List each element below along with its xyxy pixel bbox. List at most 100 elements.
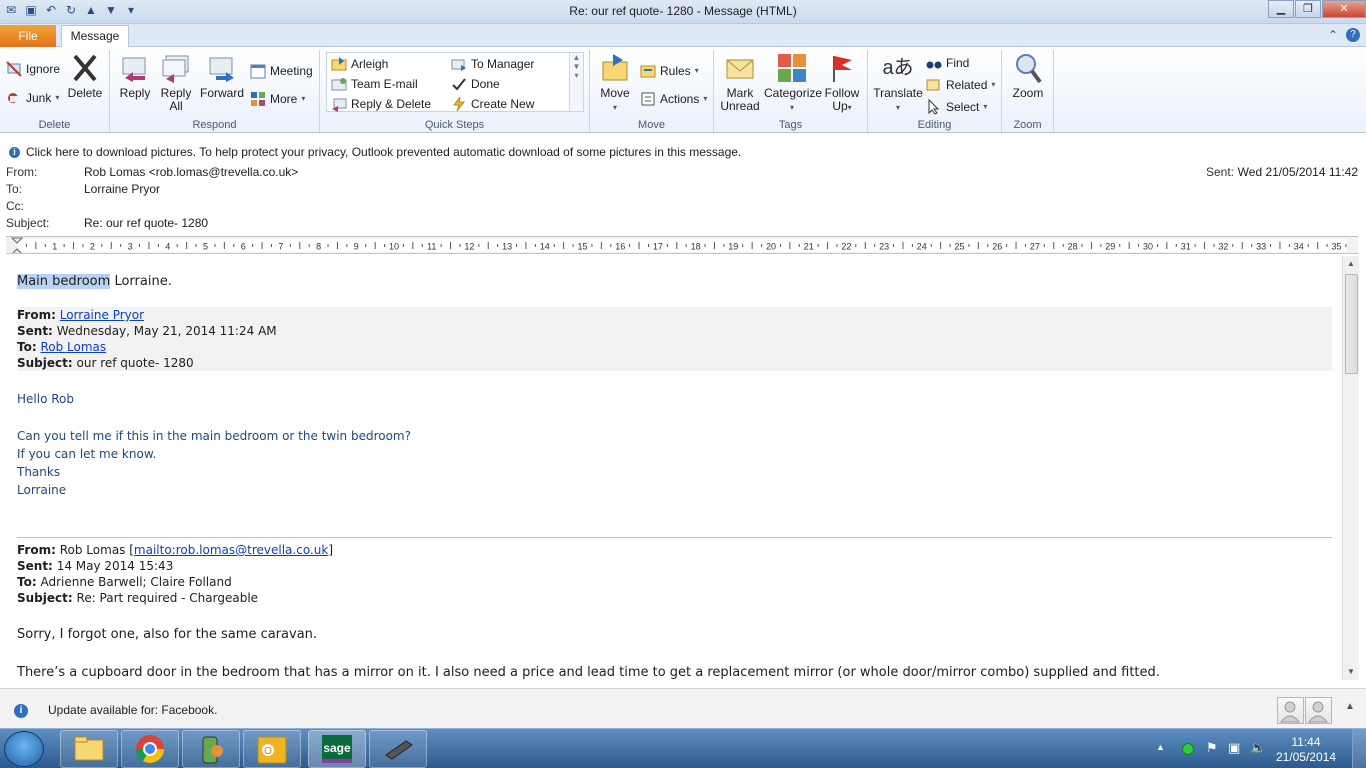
find-button[interactable]: Find xyxy=(926,54,969,72)
person-avatar-icon[interactable] xyxy=(1277,697,1304,724)
reply-all-button[interactable]: Reply All xyxy=(158,52,194,113)
zoom-button[interactable]: Zoom xyxy=(1008,52,1048,100)
quoted-from-link[interactable]: Lorraine Pryor xyxy=(60,308,144,322)
ruler-number: 7 xyxy=(278,242,283,252)
status-indicator-icon[interactable] xyxy=(1182,743,1194,755)
rules-icon xyxy=(640,63,656,79)
picture-download-infobar[interactable]: i Click here to download pictures. To he… xyxy=(0,143,1366,161)
quoted2-from-line: From: Rob Lomas [mailto:rob.lomas@trevel… xyxy=(17,543,333,557)
explorer-icon[interactable] xyxy=(60,730,118,768)
outlook-icon[interactable]: O xyxy=(243,730,301,768)
rules-button[interactable]: Rules ▾ xyxy=(640,62,699,80)
collapse-ribbon-icon[interactable]: ⌃ xyxy=(1328,28,1338,42)
meeting-button[interactable]: Meeting xyxy=(250,62,313,80)
follow-up-button[interactable]: Follow Up▾ xyxy=(822,52,862,114)
tab-file[interactable]: File xyxy=(0,25,56,47)
action-center-flag-icon[interactable]: ⚑ xyxy=(1206,740,1218,756)
quoted2-to-line: To: Adrienne Barwell; Claire Folland xyxy=(17,575,232,589)
start-button[interactable] xyxy=(4,731,44,767)
ignore-icon xyxy=(6,61,22,77)
update-notice[interactable]: Update available for: Facebook. xyxy=(48,703,217,717)
maximize-button[interactable]: ❐ xyxy=(1295,0,1321,18)
from-value[interactable]: Rob Lomas <rob.lomas@trevella.co.uk> xyxy=(84,165,298,179)
quick-step-done[interactable]: Done xyxy=(451,75,500,93)
person-avatar-icon[interactable] xyxy=(1305,697,1332,724)
junk-button[interactable]: Junk ▾ xyxy=(6,89,59,107)
quick-step-reply-delete[interactable]: Reply & Delete xyxy=(331,95,431,113)
network-icon[interactable]: ▣ xyxy=(1228,740,1240,756)
calendar-icon xyxy=(250,63,266,79)
categorize-button[interactable]: Categorize ▾ xyxy=(764,52,822,114)
scroll-thumb[interactable] xyxy=(1345,274,1358,374)
quoted-sent-line: Sent: Wednesday, May 21, 2014 11:24 AM xyxy=(17,324,277,338)
svg-text:O: O xyxy=(264,746,272,757)
quick-step-team-email[interactable]: Team E-mail xyxy=(331,75,418,93)
quick-steps-scroll[interactable]: ▲ ▼ ▾ xyxy=(569,53,583,111)
move-button[interactable]: Move ▾ xyxy=(598,52,632,114)
help-icon[interactable]: ? xyxy=(1346,28,1360,42)
thanks-line: Thanks xyxy=(17,465,61,479)
translate-button[interactable]: aあ Translate ▾ xyxy=(872,52,924,114)
tags-group-label: Tags xyxy=(778,119,803,131)
message-body[interactable]: Main bedroom Lorraine. From: Lorraine Pr… xyxy=(6,256,1342,680)
ruler-number: 28 xyxy=(1068,242,1078,252)
show-hidden-icons-icon[interactable]: ▲ xyxy=(1156,742,1165,752)
sent-label: Sent: xyxy=(1205,165,1234,179)
ruler-number: 20 xyxy=(766,242,776,252)
signature-line: Lorraine xyxy=(17,483,67,497)
selected-text[interactable]: Main bedroom xyxy=(17,274,111,289)
chrome-icon[interactable] xyxy=(121,730,179,768)
delete-button[interactable]: Delete xyxy=(66,52,104,100)
forward-button[interactable]: Forward xyxy=(200,52,244,100)
respond-group: Reply Reply All Forward Meeting More ▾ Re… xyxy=(110,50,320,132)
clock[interactable]: 11:44 21/05/2014 xyxy=(1276,735,1336,765)
ruler-number: 5 xyxy=(203,242,208,252)
quick-step-to-manager[interactable]: To Manager xyxy=(451,55,534,73)
ruler-number: 10 xyxy=(389,242,399,252)
sage-icon[interactable]: sage xyxy=(308,730,366,768)
ignore-button[interactable]: Ignore xyxy=(6,60,60,78)
vertical-scrollbar[interactable]: ▲ ▼ xyxy=(1342,256,1359,680)
ruler-number: 31 xyxy=(1181,242,1191,252)
infobar-text: Click here to download pictures. To help… xyxy=(26,145,742,159)
related-button[interactable]: Related ▾ xyxy=(926,76,995,94)
scroll-down-arrow[interactable]: ▼ xyxy=(1343,664,1359,680)
reply-button[interactable]: Reply xyxy=(118,52,152,100)
ribbon-tabs: File Message ⌃ ? xyxy=(0,24,1366,48)
clock-time: 11:44 xyxy=(1291,735,1321,749)
ruler-number: 34 xyxy=(1294,242,1304,252)
ruler-number: 35 xyxy=(1331,242,1341,252)
quick-step-arleigh[interactable]: Arleigh xyxy=(331,55,388,73)
tags-group: Mark Unread Categorize ▾ Follow Up▾ Tags xyxy=(714,50,868,132)
minimize-button[interactable]: ▁ xyxy=(1268,0,1294,18)
move-group-label: Move xyxy=(638,119,665,131)
title-bar: ✉ ▣ ↶ ↻ ▲ ▼ ▾ Re: our ref quote- 1280 - … xyxy=(0,0,1366,24)
more-respond-button[interactable]: More ▾ xyxy=(250,90,305,108)
scroll-up-arrow[interactable]: ▲ xyxy=(1343,256,1359,272)
info-icon: i xyxy=(9,147,20,158)
quoted-to-link[interactable]: Rob Lomas xyxy=(40,340,106,354)
show-desktop-button[interactable] xyxy=(1352,729,1366,768)
cupboard-line: There’s a cupboard door in the bedroom t… xyxy=(17,665,1160,680)
ruler-number: 23 xyxy=(879,242,889,252)
quick-step-create-new[interactable]: Create New xyxy=(451,95,534,113)
mark-unread-button[interactable]: Mark Unread xyxy=(718,52,762,113)
subject-label: Subject: xyxy=(6,216,50,230)
ruler-number: 33 xyxy=(1256,242,1266,252)
stapler-app-icon[interactable] xyxy=(369,730,427,768)
tab-message[interactable]: Message xyxy=(61,25,129,48)
volume-icon[interactable]: 🔈 xyxy=(1250,740,1266,756)
people-pane-bar: i Update available for: Facebook. ▲ xyxy=(0,688,1366,730)
close-button[interactable]: ✕ xyxy=(1322,0,1366,18)
ruler-number: 2 xyxy=(90,242,95,252)
move-to-folder-icon xyxy=(331,56,347,72)
mailto-link[interactable]: mailto:rob.lomas@trevella.co.uk xyxy=(134,543,328,557)
select-button[interactable]: Select ▾ xyxy=(926,98,987,116)
ruler[interactable]: 1 2 3 4 5 6 7 8 9 10 11 12 13 14 15 16 17 18 19 20 21 22 23 24 2… xyxy=(6,236,1358,254)
ruler-number: 27 xyxy=(1030,242,1040,252)
to-value[interactable]: Lorraine Pryor xyxy=(84,182,160,196)
expand-people-pane-icon[interactable]: ▲ xyxy=(1345,701,1355,712)
actions-button[interactable]: Actions ▾ xyxy=(640,90,707,108)
actions-icon xyxy=(640,91,656,107)
phone-app-icon[interactable] xyxy=(182,730,240,768)
